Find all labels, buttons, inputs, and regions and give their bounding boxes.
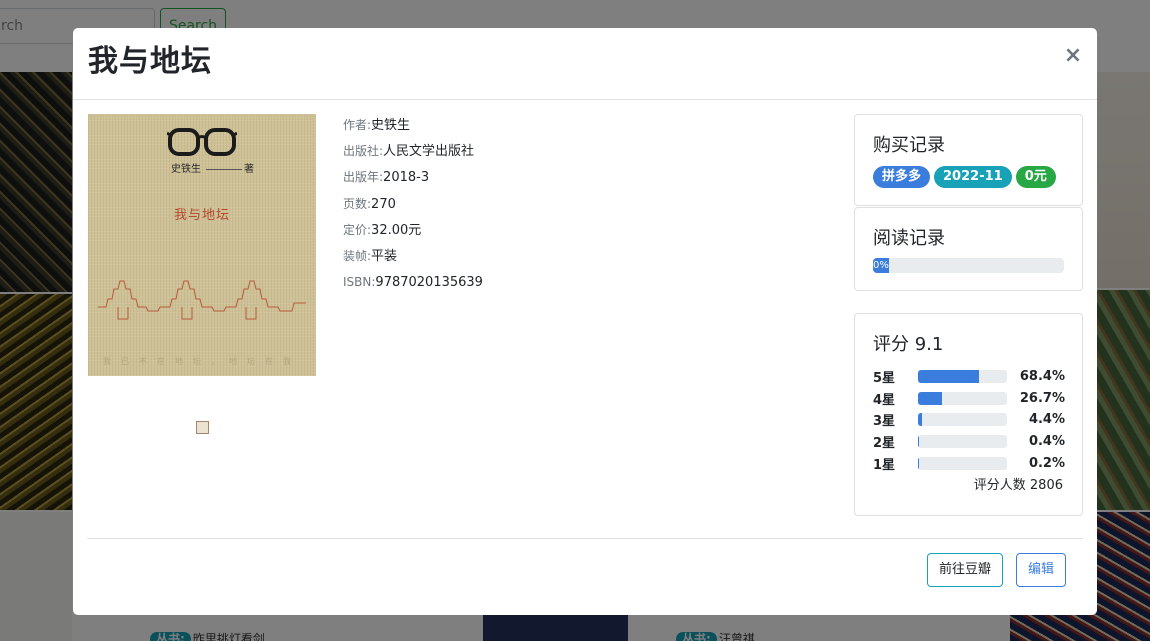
rating-bar-fill [918, 435, 919, 449]
info-label: 页数: [343, 196, 372, 211]
purchase-store-badge: 拼多多 [873, 166, 931, 188]
rating-title: 评分 9.1 [873, 334, 944, 355]
info-value: 史铁生 [371, 118, 411, 133]
go-to-douban-button[interactable]: 前往豆瓣 [927, 553, 1004, 587]
book-info: 作者:史铁生 出版社:人民文学出版社 出版年:2018-3 页数:270 定价:… [343, 114, 483, 297]
rating-card: 评分 9.1 5星 68.4% 4星 26.7% 3星 4.4% 2星 0.4% 1星 0… [854, 313, 1083, 516]
rating-label: 4星 [873, 392, 896, 408]
info-label: ISBN: [343, 275, 376, 290]
book-cover-image: 史铁生 著 我与地坛 [88, 114, 316, 376]
info-value: 平装 [371, 248, 398, 264]
info-value: 9787020135639 [375, 275, 483, 291]
rating-bar [918, 413, 1007, 427]
reading-progress-bar: 0% [873, 258, 1064, 273]
book-detail-modal: 我与地坛 × 史铁生 著 我与地坛 我已不在地坛，地坛在我 作者:史铁生 出版社… [73, 28, 1097, 615]
purchase-date-badge: 2022-11 [934, 166, 1012, 188]
info-label: 装帧: [343, 248, 372, 263]
modal-footer-divider [87, 538, 1083, 539]
info-label: 出版社: [343, 144, 384, 159]
purchase-badges: 拼多多 2022-11 0元 [873, 166, 1056, 188]
reading-record-title: 阅读记录 [873, 228, 945, 249]
cover-author: 史铁生 [171, 164, 201, 175]
rating-label: 3星 [873, 414, 896, 430]
modal-title: 我与地坛 [88, 44, 212, 79]
rating-bar [918, 435, 1007, 449]
info-price: 定价:32.00元 [343, 219, 483, 245]
info-pub-year: 出版年:2018-3 [343, 166, 483, 192]
rating-bar [918, 391, 1007, 405]
glasses-icon [167, 128, 237, 156]
rating-label: 1星 [873, 457, 896, 473]
close-button[interactable]: × [1063, 44, 1083, 68]
publisher-seal-icon [196, 421, 209, 434]
rating-bar-fill [918, 370, 979, 384]
modal-header: 我与地坛 × [73, 28, 1097, 100]
info-label: 作者: [343, 118, 372, 132]
info-value: 32.00元 [371, 222, 422, 238]
rating-label: 2星 [873, 436, 896, 452]
info-publisher: 出版社:人民文学出版社 [343, 140, 483, 166]
reading-record-card: 阅读记录 0% [854, 207, 1083, 291]
info-author: 作者:史铁生 [343, 114, 483, 140]
rating-bar-fill [918, 391, 942, 405]
edit-button[interactable]: 编辑 [1016, 553, 1067, 587]
info-label: 定价: [343, 222, 372, 237]
temple-wall-drawing [98, 280, 306, 320]
rating-bar [918, 370, 1007, 384]
rating-bar [918, 456, 1007, 470]
reading-progress-fill: 0% [873, 258, 889, 273]
info-value: 270 [371, 196, 396, 212]
info-label: 出版年: [343, 170, 384, 185]
cover-author-suffix: 著 [244, 164, 254, 175]
rating-row-5: 5星 68.4% [873, 366, 1065, 388]
rating-row-1: 1星 0.2% [873, 452, 1065, 474]
info-isbn: ISBN:9787020135639 [343, 271, 483, 297]
rating-percent: 0.2% [1028, 455, 1065, 471]
purchase-price-badge: 0元 [1015, 166, 1056, 188]
info-binding: 装帧:平装 [343, 245, 483, 271]
rating-row-4: 4星 26.7% [873, 388, 1065, 410]
rating-row-2: 2星 0.4% [873, 431, 1065, 453]
rating-percent: 68.4% [1019, 369, 1065, 385]
rating-row-3: 3星 4.4% [873, 409, 1065, 431]
info-value: 人民文学出版社 [383, 144, 475, 160]
purchase-record-card: 购买记录 拼多多 2022-11 0元 [854, 114, 1083, 206]
info-pages: 页数:270 [343, 193, 483, 219]
rating-bar-fill [918, 413, 922, 427]
rating-percent: 4.4% [1028, 412, 1065, 428]
rating-percent: 0.4% [1028, 434, 1065, 450]
cover-author-line [206, 169, 242, 170]
cover-title: 我与地坛 [173, 208, 230, 223]
rating-count: 评分人数 2806 [973, 478, 1063, 493]
purchase-record-title: 购买记录 [873, 135, 945, 156]
rating-distribution: 5星 68.4% 4星 26.7% 3星 4.4% 2星 0.4% 1星 0.2% [873, 366, 1065, 474]
rating-percent: 26.7% [1019, 390, 1065, 406]
rating-label: 5星 [873, 371, 896, 387]
cover-tagline: 我已不在地坛，地坛在我 [103, 357, 301, 366]
info-value: 2018-3 [383, 170, 430, 186]
rating-bar-fill [918, 456, 919, 470]
